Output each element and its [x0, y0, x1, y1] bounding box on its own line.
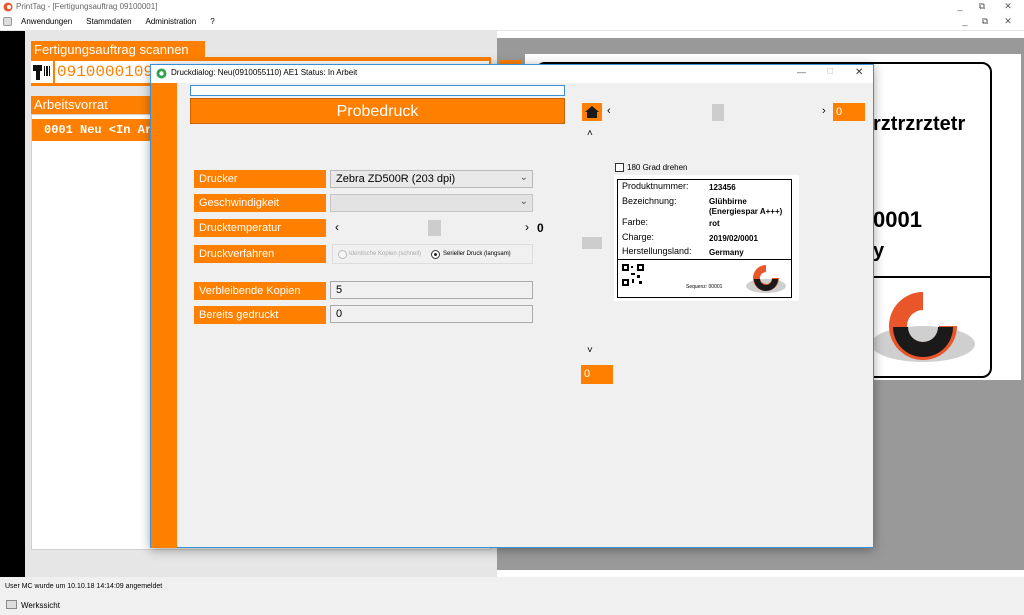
menu-bar: Anwendungen Stammdaten Administration? _ ⧉…: [0, 14, 1024, 31]
label-value-origin-country: Germany: [709, 248, 744, 257]
radio-serial-print[interactable]: [431, 250, 440, 259]
preview-scroll-right-arrow[interactable]: ›: [822, 105, 826, 117]
label-value-description: Glühbirne (Energiespar A+++): [709, 197, 783, 216]
status-bar: User MC wurde um 10.10.18 14:14:09 angem…: [0, 577, 1024, 615]
app-logo-icon: [3, 2, 13, 12]
app-title: PrintTag - [Fertigungsauftrag 09100001]: [16, 2, 158, 11]
printed-count-label: Bereits gedruckt: [194, 306, 326, 324]
app-restore-button[interactable]: ⧉: [972, 1, 992, 13]
label-key-product-number: Produktnummer:: [622, 181, 689, 191]
label-sequence-text: Sequenz: 00001: [686, 284, 723, 290]
background-label-fragment: y: [873, 240, 885, 262]
remaining-copies-label: Verbleibende Kopien: [194, 282, 326, 300]
mdi-close-button[interactable]: ✕: [998, 16, 1018, 28]
preview-h-offset-value[interactable]: 0: [833, 103, 865, 121]
speed-label: Geschwindigkeit: [194, 194, 326, 212]
temperature-value: 0: [537, 221, 544, 235]
speed-select[interactable]: ⌄: [330, 194, 533, 212]
preview-v-scroll-thumb[interactable]: [582, 237, 602, 249]
label-key-origin-country: Herstellungsland:: [622, 246, 692, 256]
temperature-decrease-arrow[interactable]: ‹: [335, 220, 339, 234]
preview-scroll-up-arrow[interactable]: ˄: [587, 128, 593, 139]
dialog-status-icon: [156, 68, 167, 79]
mdi-minimize-button[interactable]: _: [955, 16, 975, 28]
label-value-color: rot: [709, 219, 720, 228]
preview-scroll-down-arrow[interactable]: ˅: [587, 345, 593, 356]
dialog-title: Druckdialog: Neu(0910055110) AE1 Status:…: [171, 68, 358, 77]
menu-help[interactable]: ?: [203, 14, 221, 26]
label-logo-icon: [746, 265, 786, 293]
temperature-slider[interactable]: [345, 220, 523, 236]
scan-panel-header: Fertigungsauftrag scannen: [31, 41, 205, 57]
rotate-180-checkbox[interactable]: [615, 163, 624, 172]
radio-serial-print-label: Serieller Druck (langsam): [443, 251, 511, 257]
dialog-top-input[interactable]: [190, 85, 565, 96]
dialog-side-stripe: [151, 83, 177, 548]
qr-code-icon: [622, 264, 644, 286]
chevron-down-icon: ⌄: [519, 172, 528, 183]
rotate-180-label: 180 Grad drehen: [627, 163, 688, 172]
printer-label: Drucker: [194, 170, 326, 188]
dialog-maximize-button[interactable]: □: [827, 66, 833, 77]
printer-select[interactable]: Zebra ZD500R (203 dpi) ⌄: [330, 170, 533, 188]
probedruck-button[interactable]: Probedruck: [190, 98, 565, 124]
label-key-batch: Charge:: [622, 232, 655, 242]
label-key-description: Bezeichnung:: [622, 196, 677, 206]
chevron-down-icon: ⌄: [519, 196, 528, 207]
status-message: User MC wurde um 10.10.18 14:14:09 angem…: [5, 583, 163, 590]
menu-app-icon: [3, 17, 12, 26]
preview-v-offset-value[interactable]: 0: [581, 365, 613, 384]
label-value-batch: 2019/02/0001: [709, 234, 758, 243]
home-button[interactable]: [582, 103, 602, 121]
dialog-minimize-button[interactable]: —: [797, 67, 806, 77]
temperature-increase-arrow[interactable]: ›: [525, 220, 529, 234]
app-title-bar: PrintTag - [Fertigungsauftrag 09100001] …: [0, 0, 1024, 14]
label-preview: Produktnummer: 123456 Bezeichnung: Glühb…: [614, 175, 799, 301]
werkssicht-button[interactable]: Werkssicht: [21, 601, 60, 610]
left-side-bar: [0, 31, 25, 577]
method-label: Druckverfahren: [194, 245, 326, 263]
app-close-button[interactable]: ✕: [998, 1, 1018, 13]
menu-anwendungen[interactable]: Anwendungen: [14, 14, 79, 26]
label-key-color: Farbe:: [622, 217, 649, 227]
temperature-label: Drucktemperatur: [194, 219, 326, 237]
app-minimize-button[interactable]: _: [950, 1, 970, 13]
dialog-title-bar: Druckdialog: Neu(0910055110) AE1 Status:…: [151, 65, 873, 83]
temperature-slider-thumb[interactable]: [428, 220, 441, 236]
home-icon: [585, 106, 599, 118]
barcode-scanner-icon: [31, 61, 53, 83]
menu-stammdaten[interactable]: Stammdaten: [79, 14, 138, 26]
dialog-close-button[interactable]: ✕: [855, 67, 863, 78]
preview-v-scrollbar[interactable]: [582, 139, 602, 345]
method-radio-group: Identische Kopien (schnell) Serieller Dr…: [332, 244, 533, 264]
preview-scroll-left-arrow[interactable]: ‹: [607, 105, 611, 117]
printer-select-value: Zebra ZD500R (203 dpi): [336, 173, 456, 185]
printed-count-field[interactable]: 0: [330, 305, 533, 323]
background-label-number: 0001: [873, 207, 922, 232]
printer-icon: [6, 600, 17, 609]
background-label-text: rztrzrztetr: [873, 113, 966, 135]
preview-h-scroll-thumb[interactable]: [712, 104, 724, 121]
label-value-product-number: 123456: [709, 183, 736, 192]
menu-administration[interactable]: Administration: [139, 14, 204, 26]
company-logo-icon: [871, 292, 975, 362]
radio-identical-copies-label: Identische Kopien (schnell): [349, 251, 422, 257]
remaining-copies-field[interactable]: 5: [330, 281, 533, 299]
preview-h-scrollbar[interactable]: [616, 104, 824, 121]
radio-identical-copies[interactable]: [338, 250, 347, 259]
mdi-restore-button[interactable]: ⧉: [975, 16, 995, 28]
